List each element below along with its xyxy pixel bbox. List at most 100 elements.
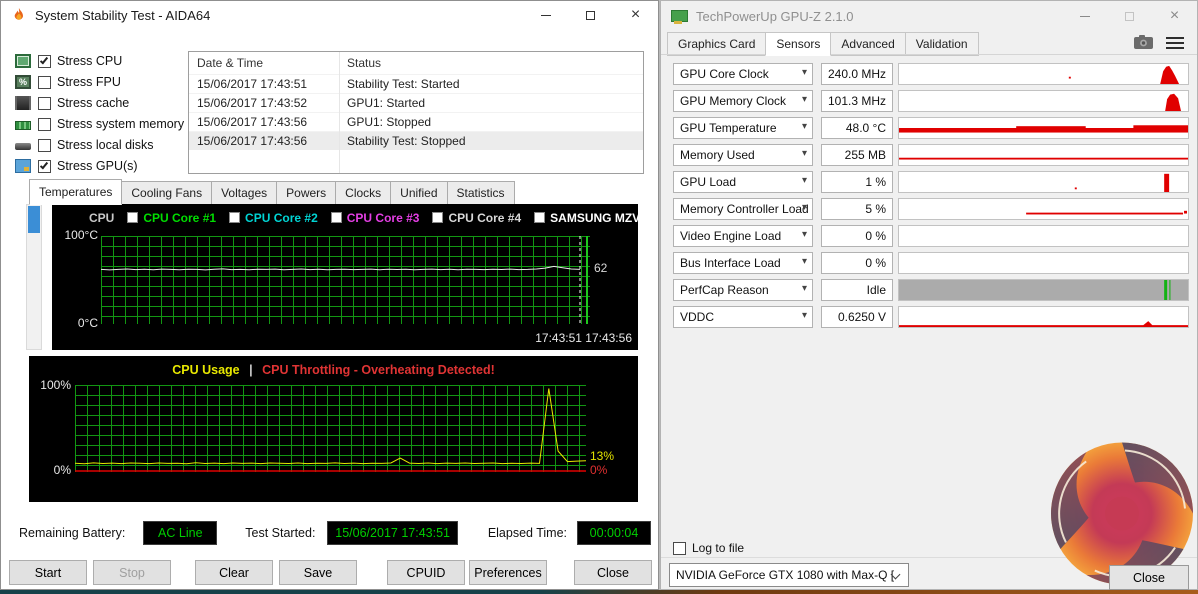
screenshot-camera-icon[interactable] [1134, 35, 1153, 49]
tab-unified[interactable]: Unified [390, 181, 448, 205]
gpuz-titlebar[interactable]: TechPowerUp GPU-Z 2.1.0 × [661, 1, 1197, 31]
tab-advanced[interactable]: Advanced [830, 32, 906, 56]
stress-option-row[interactable]: Stress FPU [15, 72, 185, 92]
maximize-icon [1125, 11, 1134, 21]
legend-item[interactable]: CPU Core #2 [229, 211, 318, 225]
preferences-button[interactable]: Preferences [469, 560, 547, 585]
minimize-button[interactable] [523, 1, 568, 29]
log-datetime: 15/06/2017 17:43:52 [197, 96, 308, 110]
sensor-select-video-engine-load[interactable]: Video Engine Load ▾ [673, 225, 813, 247]
legend-checkbox[interactable] [534, 212, 546, 223]
sensor-graph [898, 279, 1189, 301]
log-to-file-checkbox[interactable] [673, 541, 686, 555]
log-datetime: 15/06/2017 17:43:51 [197, 77, 308, 91]
tab-cooling-fans[interactable]: Cooling Fans [121, 181, 213, 205]
graph-scrollbar[interactable] [26, 204, 42, 350]
dropdown-arrow-icon: ▾ [801, 229, 807, 240]
column-divider [339, 52, 340, 173]
tab-sensors[interactable]: Sensors [765, 32, 832, 56]
sensor-select-gpu-temperature[interactable]: GPU Temperature ▾ [673, 117, 813, 139]
sensor-select-gpu-memory-clock[interactable]: GPU Memory Clock ▾ [673, 90, 813, 112]
stress-option-label: Stress system memory [57, 117, 185, 131]
save-button[interactable]: Save [279, 560, 357, 585]
checkbox[interactable] [38, 54, 51, 68]
table-row[interactable]: 15/06/2017 17:43:56 GPU1: Stopped [189, 112, 643, 131]
legend-checkbox[interactable] [432, 212, 444, 223]
tab-graphics-card[interactable]: Graphics Card [667, 32, 767, 56]
tab-powers[interactable]: Powers [276, 181, 337, 205]
tab-validation[interactable]: Validation [904, 32, 979, 56]
legend-checkbox[interactable] [330, 212, 342, 223]
tab-temperatures[interactable]: Temperatures [29, 179, 123, 205]
event-log-table[interactable]: Date & Time Status 15/06/2017 17:43:51 St… [188, 51, 644, 174]
cpuid-button[interactable]: CPUID [387, 560, 465, 585]
sensor-label: PerfCap Reason [680, 283, 769, 297]
clear-button[interactable]: Clear [195, 560, 273, 585]
start-button[interactable]: Start [9, 560, 87, 585]
legend-item[interactable]: SAMSUNG MZVKW1T0HMLH-00000 [534, 211, 638, 225]
legend-checkbox[interactable] [229, 212, 241, 223]
temperature-graph-panel: CPU CPU Core #1 CPU Core #2 CPU Core #3 CPU … [52, 204, 638, 350]
minimize-icon [540, 14, 551, 16]
table-row[interactable]: 15/06/2017 17:43:51 Stability Test: Start… [189, 74, 643, 93]
aida64-titlebar[interactable]: System Stability Test - AIDA64 × [1, 1, 658, 29]
window-title: TechPowerUp GPU-Z 2.1.0 [696, 8, 854, 24]
checkbox[interactable] [38, 96, 51, 110]
minimize-button[interactable] [1062, 1, 1107, 31]
stress-option-row[interactable]: Stress system memory [15, 114, 185, 134]
sensor-label: GPU Temperature [680, 121, 777, 135]
table-row[interactable]: 15/06/2017 17:43:56 Stability Test: Stopp… [189, 131, 643, 150]
legend-label: CPU Core #2 [245, 210, 318, 225]
sensor-label: Memory Used [680, 148, 755, 162]
elapsed-value: 00:00:04 [577, 521, 651, 545]
tab-clocks[interactable]: Clocks [335, 181, 392, 205]
close-icon: × [630, 6, 641, 23]
checkbox[interactable] [38, 159, 51, 173]
legend-item[interactable]: CPU Core #1 [127, 211, 216, 225]
legend-item[interactable]: CPU [89, 211, 114, 225]
throttle-current-value: 0% [590, 463, 608, 477]
sensor-select-gpu-core-clock[interactable]: GPU Core Clock ▾ [673, 63, 813, 85]
sensor-graph [898, 252, 1189, 274]
stress-option-row[interactable]: Stress GPU(s) [15, 156, 185, 176]
stress-option-row[interactable]: Stress local disks [15, 135, 185, 155]
close-icon: × [1169, 7, 1180, 24]
checkbox[interactable] [38, 75, 51, 89]
sensor-label: GPU Load [680, 175, 737, 189]
memory-icon [15, 120, 31, 130]
sensor-select-perfcap-reason[interactable]: PerfCap Reason ▾ [673, 279, 813, 301]
tab-voltages[interactable]: Voltages [211, 181, 278, 205]
gpuz-close-button[interactable]: Close [1109, 565, 1189, 590]
close-button[interactable]: × [1152, 1, 1197, 31]
sensor-select-memory-controller-load[interactable]: Memory Controller Load ▾ [673, 198, 813, 220]
legend-item[interactable]: CPU Core #4 [432, 211, 521, 225]
sensor-select-memory-used[interactable]: Memory Used ▾ [673, 144, 813, 166]
gpu-select-dropdown[interactable]: NVIDIA GeForce GTX 1080 with Max-Q [ [669, 563, 909, 587]
dropdown-arrow-icon: ▾ [801, 202, 807, 213]
maximize-button[interactable] [568, 1, 613, 29]
sensor-select-gpu-load[interactable]: GPU Load ▾ [673, 171, 813, 193]
legend-checkbox[interactable] [127, 212, 139, 223]
sensor-label: GPU Memory Clock [680, 94, 787, 108]
sensor-graph [898, 198, 1189, 220]
sensor-label: VDDC [680, 310, 715, 324]
sensor-row-video-engine-load: Video Engine Load ▾ 0 % [661, 225, 1197, 247]
menu-hamburger-icon[interactable] [1166, 37, 1184, 52]
tab-statistics[interactable]: Statistics [446, 181, 515, 205]
close-button[interactable]: × [613, 1, 658, 29]
usage-axis-max: 100% [40, 378, 71, 392]
stress-option-row[interactable]: Stress CPU [15, 51, 185, 71]
checkbox[interactable] [38, 138, 51, 152]
close-button[interactable]: Close [574, 560, 652, 585]
sensor-select-bus-interface-load[interactable]: Bus Interface Load ▾ [673, 252, 813, 274]
stress-options-list: Stress CPU Stress FPU Stress cache Stress s… [15, 51, 185, 177]
sensor-value: 240.0 MHz [821, 63, 893, 85]
stress-option-row[interactable]: Stress cache [15, 93, 185, 113]
sensor-select-vddc[interactable]: VDDC ▾ [673, 306, 813, 328]
checkbox[interactable] [38, 117, 51, 131]
scrollbar-thumb[interactable] [28, 206, 40, 233]
table-row[interactable]: 15/06/2017 17:43:52 GPU1: Started [189, 93, 643, 112]
dropdown-arrow-icon: ▾ [801, 67, 807, 78]
legend-item[interactable]: CPU Core #3 [330, 211, 419, 225]
log-to-file-row[interactable]: Log to file [673, 541, 744, 555]
